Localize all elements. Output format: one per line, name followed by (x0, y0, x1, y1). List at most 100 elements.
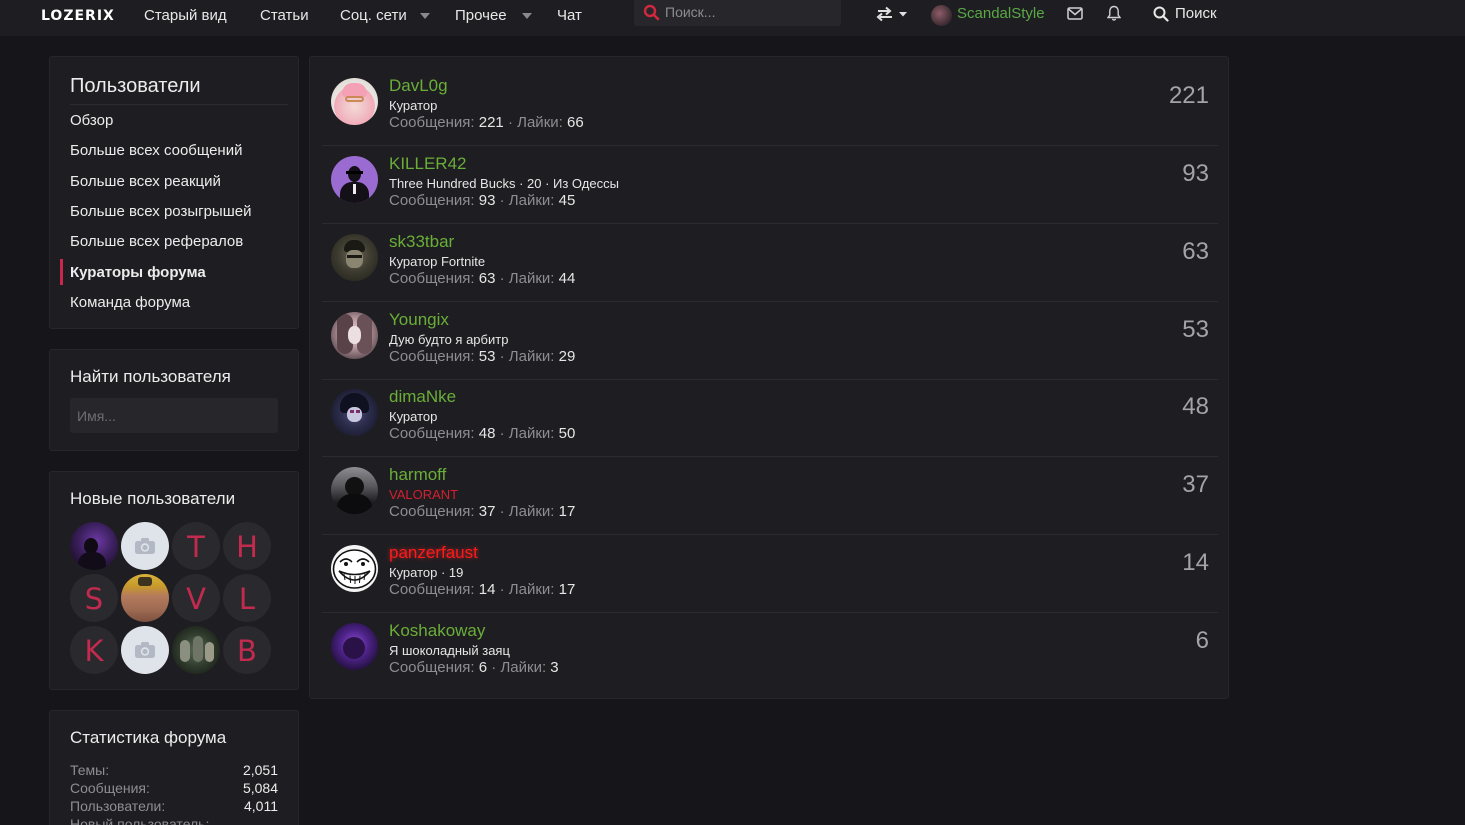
list-item: sk33tbar Куратор Fortnite Сообщения: 63 … (322, 224, 1218, 302)
stat-messages: Сообщения: 5,084 (70, 780, 278, 796)
user-stats: Сообщения: 14 · Лайки: 17 (389, 581, 576, 598)
nav-articles[interactable]: Статьи (260, 7, 309, 24)
user-title: Куратор (389, 98, 438, 113)
active-indicator (60, 259, 63, 285)
user-title: Three Hundred Bucks · 20 · Из Одессы (389, 176, 619, 191)
user-title: Я шоколадный заяц (389, 643, 510, 658)
username-link[interactable]: Youngix (389, 310, 449, 330)
username-link[interactable]: KILLER42 (389, 154, 467, 174)
find-user-block: Найти пользователя (49, 349, 299, 451)
camera-icon (135, 538, 155, 554)
nav-social[interactable]: Соц. сети (340, 7, 407, 24)
user-stats: Сообщения: 63 · Лайки: 44 (389, 270, 576, 287)
message-count: 93 (1182, 160, 1209, 187)
list-item: harmoff VALORANT Сообщения: 37 · Лайки: … (322, 457, 1218, 535)
username-search-input[interactable] (70, 398, 278, 433)
new-user-avatar[interactable] (172, 626, 220, 674)
nav-old-view[interactable]: Старый вид (144, 7, 227, 24)
message-count: 48 (1182, 393, 1209, 420)
nav-other[interactable]: Прочее (455, 7, 507, 24)
menu-most-messages[interactable]: Больше всех сообщений (70, 142, 242, 159)
new-user-avatar[interactable]: T (172, 522, 220, 570)
list-item: KILLER42 Three Hundred Bucks · 20 · Из О… (322, 146, 1218, 224)
members-menu-block: Пользователи Обзор Больше всех сообщений… (49, 56, 299, 329)
user-avatar[interactable] (331, 312, 378, 359)
menu-forum-curators[interactable]: Кураторы форума (70, 264, 206, 281)
user-avatar[interactable] (331, 389, 378, 436)
stat-threads: Темы: 2,051 (70, 762, 278, 778)
user-stats: Сообщения: 53 · Лайки: 29 (389, 348, 576, 365)
message-count: 221 (1168, 82, 1209, 109)
site-logo[interactable]: LOZERIX (41, 8, 115, 24)
search-button-label: Поиск (1175, 5, 1217, 22)
username-link[interactable]: Koshakoway (389, 621, 485, 641)
curators-list: DavL0g Куратор Сообщения: 221 · Лайки: 6… (309, 56, 1229, 699)
message-count: 14 (1182, 549, 1209, 576)
bell-icon[interactable] (1107, 5, 1121, 22)
user-avatar[interactable] (331, 78, 378, 125)
menu-forum-team[interactable]: Команда форума (70, 294, 190, 311)
username-link[interactable]: sk33tbar (389, 232, 454, 252)
username-link[interactable]: harmoff (389, 465, 446, 485)
new-user-avatar[interactable] (121, 522, 169, 570)
user-title: Куратор · 19 (389, 565, 464, 580)
divider (70, 104, 288, 105)
stat-members: Пользователи: 4,011 (70, 798, 278, 814)
new-user-avatar[interactable]: K (70, 626, 118, 674)
top-search-input[interactable]: Поиск... (634, 0, 841, 26)
swap-arrows-icon[interactable] (876, 6, 910, 22)
search-icon (1153, 6, 1169, 22)
new-users-title: Новые пользователи (70, 489, 236, 508)
nav-other-dropdown-icon[interactable] (522, 13, 532, 19)
find-user-title: Найти пользователя (70, 367, 231, 386)
menu-most-reactions[interactable]: Больше всех реакций (70, 173, 221, 190)
user-stats: Сообщения: 221 · Лайки: 66 (389, 114, 584, 131)
user-stats: Сообщения: 93 · Лайки: 45 (389, 192, 576, 209)
user-stats: Сообщения: 37 · Лайки: 17 (389, 503, 576, 520)
menu-most-giveaways[interactable]: Больше всех розыгрышей (70, 203, 251, 220)
forum-stats-block: Статистика форума Темы: 2,051 Сообщения:… (49, 710, 299, 825)
top-navigation-bar: LOZERIX Старый вид Статьи Соц. сети Проч… (0, 0, 1465, 36)
new-user-avatar[interactable] (121, 574, 169, 622)
search-placeholder: Поиск... (665, 4, 716, 20)
stat-newest-member: Новый пользователь: (70, 816, 210, 825)
new-users-block: Новые пользователи T H S V L K B (49, 471, 299, 690)
message-count: 37 (1182, 471, 1209, 498)
list-item: DavL0g Куратор Сообщения: 221 · Лайки: 6… (322, 68, 1218, 146)
list-item: Youngix Дую будто я арбитр Сообщения: 53… (322, 302, 1218, 380)
user-title: VALORANT (389, 487, 459, 502)
user-avatar[interactable] (331, 156, 378, 203)
new-user-avatar[interactable]: L (223, 574, 271, 622)
new-user-avatar[interactable]: S (70, 574, 118, 622)
user-avatar[interactable] (331, 234, 378, 281)
nav-chat[interactable]: Чат (557, 7, 582, 24)
user-avatar[interactable] (331, 467, 378, 514)
username-link[interactable]: dimaNke (389, 387, 456, 407)
list-item: Koshakoway Я шоколадный заяц Сообщения: … (322, 613, 1218, 691)
username-link[interactable]: panzerfaust (389, 543, 478, 563)
user-title: Куратор (389, 409, 438, 424)
list-item: dimaNke Куратор Сообщения: 48 · Лайки: 5… (322, 379, 1218, 457)
user-avatar[interactable] (331, 623, 378, 670)
current-user-avatar (931, 5, 952, 26)
forum-stats-title: Статистика форума (70, 728, 227, 747)
user-title: Дую будто я арбитр (389, 332, 509, 347)
new-user-avatar[interactable]: B (223, 626, 271, 674)
user-stats: Сообщения: 48 · Лайки: 50 (389, 425, 576, 442)
new-user-avatar[interactable] (121, 626, 169, 674)
user-avatar[interactable] (331, 545, 378, 592)
new-user-avatar[interactable]: V (172, 574, 220, 622)
new-user-avatar[interactable] (70, 522, 118, 570)
search-icon (643, 4, 660, 21)
new-user-avatar[interactable]: H (223, 522, 271, 570)
user-stats: Сообщения: 6 · Лайки: 3 (389, 659, 559, 676)
camera-icon (135, 642, 155, 658)
message-count: 63 (1182, 238, 1209, 265)
menu-most-referrals[interactable]: Больше всех рефералов (70, 233, 243, 250)
trollface-image (332, 549, 377, 589)
message-count: 6 (1195, 627, 1209, 654)
username-link[interactable]: DavL0g (389, 76, 448, 96)
mail-icon[interactable] (1067, 7, 1083, 20)
nav-social-dropdown-icon[interactable] (420, 13, 430, 19)
menu-overview[interactable]: Обзор (70, 112, 113, 129)
